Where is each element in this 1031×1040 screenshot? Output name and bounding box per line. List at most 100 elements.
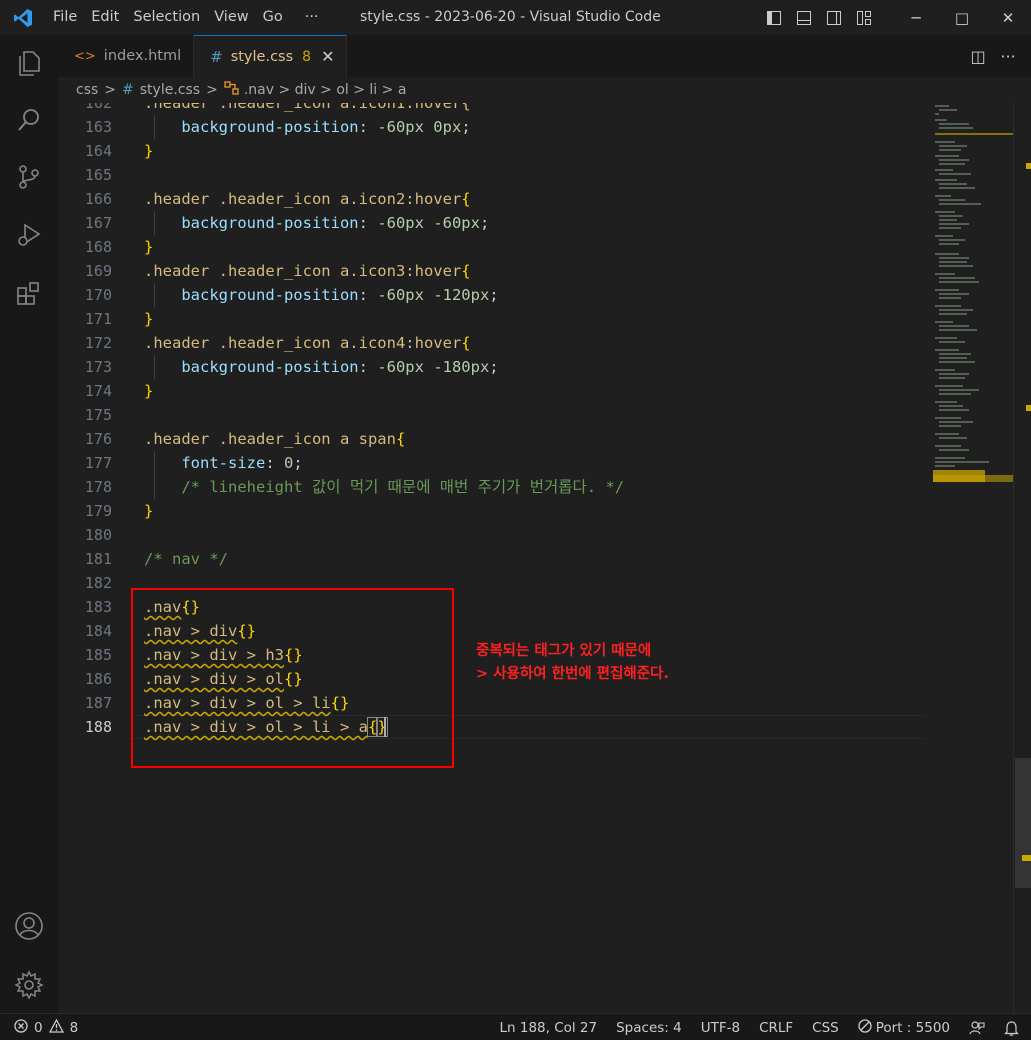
line-number: 171	[84, 310, 112, 328]
accounts-icon[interactable]	[0, 902, 58, 950]
code-line: /* lineheight 값이 먹기 때문에 매번 주기가 번거롭다. */	[181, 478, 625, 496]
menu-go[interactable]: Go	[256, 0, 290, 35]
toggle-secondary-sidebar-icon[interactable]	[819, 0, 849, 35]
more-actions-icon[interactable]: ···	[993, 47, 1023, 66]
error-count: 0	[34, 1019, 43, 1036]
source-control-icon[interactable]	[0, 153, 58, 201]
line-number: 187	[84, 694, 112, 712]
menu-selection[interactable]: Selection	[126, 0, 207, 35]
code-line: font-size: 0;	[181, 454, 303, 472]
customize-layout-icon[interactable]	[849, 0, 879, 35]
cursor-position[interactable]: Ln 188, Col 27	[499, 1020, 597, 1036]
line-number: 167	[84, 214, 112, 232]
code-line: .header .header_icon a.icon4:hover{	[144, 334, 471, 352]
code-line: }	[144, 238, 154, 256]
vertical-scrollbar[interactable]	[1013, 103, 1031, 1013]
end-of-line[interactable]: CRLF	[759, 1020, 793, 1036]
chevron-right-icon: >	[206, 82, 218, 98]
line-number: 186	[84, 670, 112, 688]
css-file-icon: #	[210, 47, 223, 66]
symbol-icon	[224, 81, 240, 99]
close-tab-icon[interactable]: ✕	[321, 47, 334, 66]
annotation-box	[131, 588, 454, 768]
breadcrumb-file[interactable]: style.css	[140, 82, 200, 98]
code-line: }	[144, 382, 154, 400]
settings-gear-icon[interactable]	[0, 961, 58, 1009]
breadcrumb-folder[interactable]: css	[76, 82, 98, 98]
code-line: background-position: -60px -60px;	[181, 214, 490, 232]
code-line: }	[144, 142, 154, 160]
code-line: .header .header_icon a.icon2:hover{	[144, 190, 471, 208]
code-line: }	[144, 502, 154, 520]
line-number: 178	[84, 478, 112, 496]
code-line: .header .header_icon a span{	[144, 430, 406, 448]
tab-style-css[interactable]: # style.css 8 ✕	[194, 35, 348, 77]
line-number: 185	[84, 646, 112, 664]
minimize-button[interactable]: ─	[893, 0, 939, 35]
code-line: .header .header_icon a.icon1:hover{	[144, 103, 471, 112]
menu-bar: File Edit Selection View Go ···	[46, 0, 326, 35]
line-number: 176	[84, 430, 112, 448]
maximize-button[interactable]: □	[939, 0, 985, 35]
line-number: 168	[84, 238, 112, 256]
code-line: background-position: -60px 0px;	[181, 118, 471, 136]
explorer-icon[interactable]	[0, 39, 58, 87]
extensions-icon[interactable]	[0, 269, 58, 317]
run-debug-icon[interactable]	[0, 211, 58, 259]
editor-tabs: <> index.html # style.css 8 ✕ ◫ ···	[58, 35, 1031, 77]
line-number: 165	[84, 166, 112, 184]
no-entry-icon	[858, 1018, 872, 1037]
language-mode[interactable]: CSS	[812, 1020, 839, 1036]
tab-label: style.css	[230, 48, 294, 65]
line-number: 182	[84, 574, 112, 592]
line-number: 163	[84, 118, 112, 136]
line-number: 173	[84, 358, 112, 376]
problems-indicator[interactable]: 0 8	[14, 1014, 78, 1040]
line-number: 179	[84, 502, 112, 520]
code-line: background-position: -60px -120px;	[181, 286, 499, 304]
line-number: 180	[84, 526, 112, 544]
line-number: 170	[84, 286, 112, 304]
line-number: 174	[84, 382, 112, 400]
menu-file[interactable]: File	[46, 0, 84, 35]
menu-edit[interactable]: Edit	[84, 0, 126, 35]
chevron-right-icon: >	[104, 82, 117, 98]
error-icon	[14, 1018, 28, 1037]
menu-more[interactable]: ···	[298, 0, 326, 35]
minimap[interactable]	[933, 103, 1015, 1013]
warning-marker	[1026, 405, 1031, 411]
line-number: 166	[84, 190, 112, 208]
line-number: 169	[84, 262, 112, 280]
window-title: style.css - 2023-06-20 - Visual Studio C…	[360, 9, 661, 25]
code-content: .header .header_icon a.icon1:hover{ back…	[144, 103, 933, 1013]
toggle-panel-icon[interactable]	[789, 0, 819, 35]
breadcrumb-symbol[interactable]: .nav > div > ol > li > a	[244, 82, 407, 98]
indentation[interactable]: Spaces: 4	[616, 1020, 682, 1036]
line-number: 162	[84, 103, 112, 112]
line-number: 164	[84, 142, 112, 160]
line-number: 184	[84, 622, 112, 640]
line-number: 172	[84, 334, 112, 352]
tab-index-html[interactable]: <> index.html	[58, 35, 195, 77]
encoding[interactable]: UTF-8	[701, 1020, 740, 1036]
vscode-logo-icon	[0, 0, 46, 35]
feedback-icon[interactable]	[969, 1020, 985, 1036]
notifications-bell-icon[interactable]	[1004, 1020, 1019, 1036]
tab-label: index.html	[103, 48, 182, 64]
line-number-gutter: 162 163 164 165 166 167 168 169 170 171 …	[58, 103, 128, 1013]
menu-view[interactable]: View	[207, 0, 255, 35]
toggle-primary-sidebar-icon[interactable]	[759, 0, 789, 35]
annotation-line: 중복되는 태그가 있기 때문에	[476, 643, 652, 659]
activity-bar	[0, 35, 58, 1013]
code-editor[interactable]: 162 163 164 165 166 167 168 169 170 171 …	[58, 103, 933, 1013]
live-server-port[interactable]: Port : 5500	[858, 1018, 950, 1037]
split-editor-icon[interactable]: ◫	[963, 47, 993, 66]
breadcrumb: css > # style.css > .nav > div > ol > li…	[58, 77, 1031, 103]
close-window-button[interactable]: ✕	[985, 0, 1031, 35]
code-line: .header .header_icon a.icon3:hover{	[144, 262, 471, 280]
code-line: background-position: -60px -180px;	[181, 358, 499, 376]
warning-icon	[48, 1018, 64, 1037]
annotation-line: > 사용하여 한번에 편집해준다.	[476, 666, 669, 682]
search-icon[interactable]	[0, 96, 58, 144]
scrollbar-thumb[interactable]	[1015, 758, 1031, 888]
